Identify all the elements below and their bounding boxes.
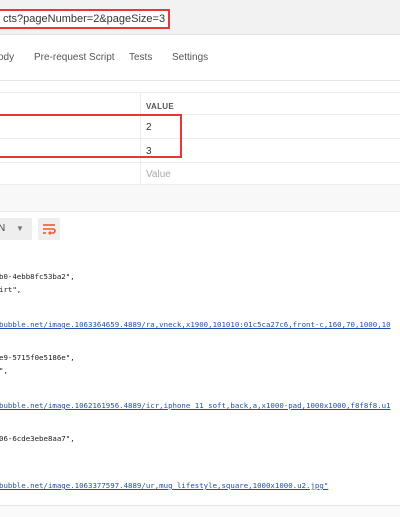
tab-settings[interactable]: Settings bbox=[172, 52, 208, 63]
code-line: 06-6cde3ebe8aa7", bbox=[0, 434, 75, 443]
value-column-header: VALUE bbox=[146, 102, 175, 111]
code-line: b0-4ebb8fc53ba2", bbox=[0, 272, 75, 281]
status-bar bbox=[0, 505, 400, 517]
tab-body[interactable]: ody bbox=[0, 52, 14, 63]
tab-pre-request-script[interactable]: Pre-request Script bbox=[34, 52, 115, 63]
chevron-down-icon: ▼ bbox=[16, 224, 24, 233]
code-line: e9-5715f0e5186e", bbox=[0, 353, 75, 362]
wrap-lines-button[interactable] bbox=[38, 218, 60, 240]
section-divider bbox=[0, 184, 400, 212]
format-label: N bbox=[0, 223, 6, 234]
tab-tests[interactable]: Tests bbox=[129, 52, 152, 63]
code-link[interactable]: bubble.net/image.1063377597.4889/ur,mug_… bbox=[0, 481, 328, 490]
params-highlight-box bbox=[0, 114, 182, 158]
request-url-bar: cts?pageNumber=2&pageSize=3 bbox=[0, 0, 400, 35]
code-line: ", bbox=[0, 366, 8, 375]
code-line: irt", bbox=[0, 285, 22, 294]
param-row-empty[interactable]: Value bbox=[0, 162, 400, 185]
request-tabs: ody Pre-request Script Tests Settings bbox=[0, 34, 400, 81]
code-link[interactable]: bubble.net/image.1062161956.4889/icr,iph… bbox=[0, 401, 391, 410]
wrap-lines-icon bbox=[43, 224, 56, 235]
code-link[interactable]: bubble.net/image.1063364659.4889/ra,vnec… bbox=[0, 320, 391, 329]
params-header-row: VALUE bbox=[0, 92, 400, 115]
request-url-input[interactable]: cts?pageNumber=2&pageSize=3 bbox=[0, 9, 171, 29]
format-select[interactable]: N ▼ bbox=[0, 218, 32, 240]
response-toolbar: N ▼ bbox=[0, 218, 400, 246]
value-placeholder[interactable]: Value bbox=[146, 169, 171, 180]
